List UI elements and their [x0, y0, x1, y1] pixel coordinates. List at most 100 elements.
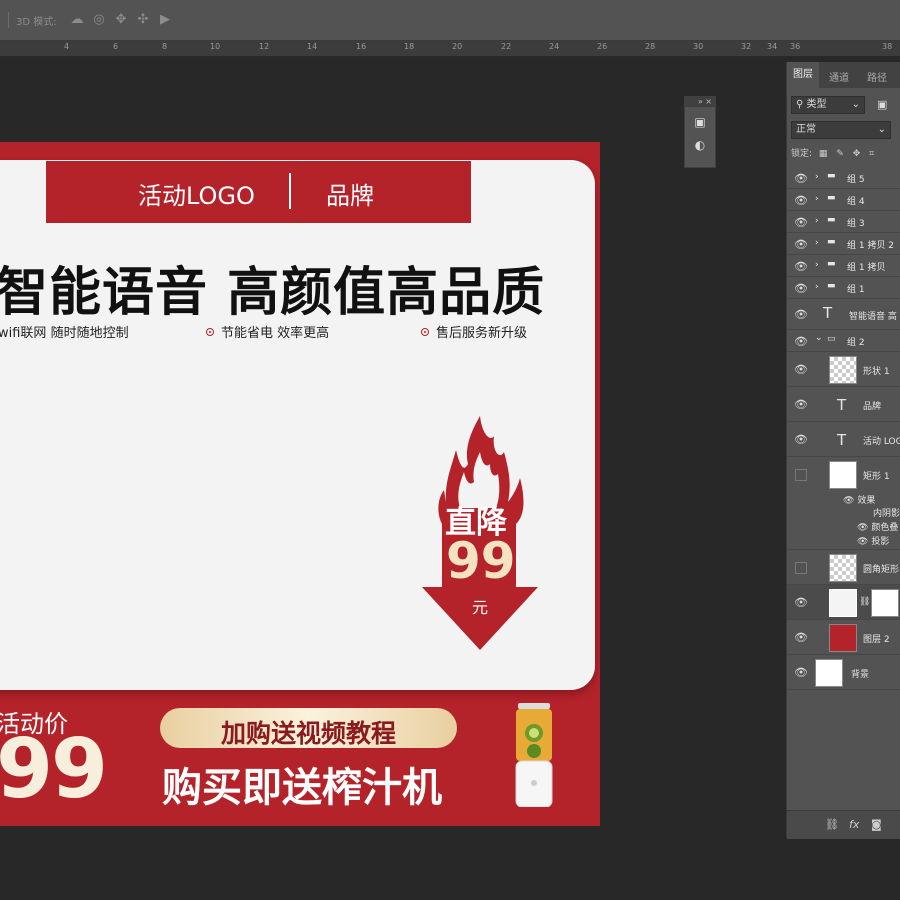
ruler-right-segment: 36 38 [786, 41, 900, 56]
text-layer-icon: T [823, 304, 833, 322]
mask-thumbnail [871, 589, 899, 617]
visibility-toggle-off[interactable] [795, 562, 807, 574]
ruler-tick: 30 [693, 42, 704, 51]
folder-icon: ▬ [827, 281, 836, 291]
effect-drop-shadow[interactable]: 👁 投影 [857, 534, 889, 547]
lock-row: 锁定: ▦ ✎ ✥ ⌗ [791, 146, 874, 159]
lock-artboard-icon[interactable]: ⌗ [869, 149, 874, 159]
layer-row[interactable]: 👁 ⛓ [787, 585, 900, 620]
layer-thumbnail [829, 461, 857, 489]
tab-layers[interactable]: 图层 [787, 62, 819, 88]
expand-arrow-icon[interactable]: › [815, 172, 819, 182]
layer-row[interactable]: 👁 背景 [787, 655, 900, 690]
visibility-eye-icon[interactable]: 👁 [794, 666, 808, 679]
layer-name: 背景 [851, 670, 870, 680]
visibility-eye-icon[interactable]: 👁 [794, 363, 808, 376]
roll-3d-icon[interactable]: ◎ [90, 11, 108, 29]
collapse-arrow-icon[interactable]: ⌄ [815, 333, 823, 343]
3d-mode-label: 3D 模式: [16, 17, 57, 28]
lock-transparent-icon[interactable]: ▦ [819, 149, 828, 159]
3d-materials-icon[interactable]: ▣ [692, 114, 708, 130]
layer-row[interactable]: 👁 T 活动 LOG [787, 422, 900, 457]
layer-row[interactable]: 👁 › ▬ 组 1 [787, 277, 900, 299]
layer-row[interactable]: 👁 ⌄ ▭ 组 2 [787, 330, 900, 352]
slide-3d-icon[interactable]: ✣ [134, 11, 152, 29]
layer-row[interactable]: 👁 T 品牌 [787, 387, 900, 422]
link-icon[interactable]: ⛓ [825, 818, 839, 831]
visibility-eye-icon[interactable]: 👁 [794, 260, 808, 273]
orbit-3d-icon[interactable]: ☁ [68, 11, 86, 29]
layer-row[interactable]: 👁 图层 2 [787, 620, 900, 655]
visibility-eye-icon[interactable]: 👁 [857, 523, 868, 533]
visibility-eye-icon[interactable]: 👁 [794, 238, 808, 251]
text-layer-icon: T [837, 431, 847, 449]
visibility-eye-icon[interactable]: 👁 [857, 537, 868, 547]
bullet-icon [421, 328, 429, 336]
blend-mode-value: 正常 [796, 124, 816, 135]
visibility-eye-icon[interactable]: 👁 [794, 308, 808, 321]
collapse-icon[interactable]: » [698, 97, 703, 106]
visibility-eye-icon[interactable]: 👁 [794, 216, 808, 229]
tab-paths[interactable]: 路径 [867, 69, 887, 84]
pan-3d-icon[interactable]: ✥ [112, 11, 130, 29]
layer-filter-select[interactable]: ⚲ 类型 ⌄ [791, 96, 865, 114]
visibility-eye-icon[interactable]: 👁 [794, 398, 808, 411]
image-filter-icon[interactable]: ▣ [877, 98, 887, 111]
expand-arrow-icon[interactable]: › [815, 282, 819, 292]
blend-mode-select[interactable]: 正常 ⌄ [791, 121, 891, 139]
layer-row[interactable]: 👁 形状 1 [787, 352, 900, 387]
logo-tab: 活动LOGO 品牌 [46, 161, 471, 223]
layer-row[interactable]: 👁 › ▬ 组 4 [787, 189, 900, 211]
logo-text: 活动LOGO [138, 182, 255, 210]
ruler-tick: 4 [64, 42, 70, 51]
feature-item-2: 节能省电 效率更高 [206, 322, 329, 341]
layer-row[interactable]: 圆角矩形 [787, 550, 900, 585]
visibility-eye-icon[interactable]: 👁 [794, 282, 808, 295]
layer-row[interactable]: 矩形 1 👁 效果 内阴影 👁 颜色叠 👁 投影 [787, 457, 900, 550]
filter-label: 类型 [806, 99, 827, 110]
visibility-eye-icon[interactable]: 👁 [794, 433, 808, 446]
adjustment-icon[interactable]: ◐ [692, 137, 708, 153]
ruler-tick: 8 [162, 42, 168, 51]
scale-3d-icon[interactable]: ▶ [156, 11, 174, 29]
layer-row[interactable]: 👁 › ▬ 组 1 拷贝 [787, 255, 900, 277]
ruler-tick: 14 [307, 42, 318, 51]
visibility-eye-icon[interactable]: 👁 [843, 496, 854, 506]
layer-row[interactable]: 👁 › ▬ 组 1 拷贝 2 [787, 233, 900, 255]
effect-name: 颜色叠 [871, 523, 899, 533]
folder-icon: ▬ [827, 215, 836, 225]
visibility-eye-icon[interactable]: 👁 [794, 194, 808, 207]
horizontal-ruler[interactable]: 4 6 8 10 12 14 16 18 20 22 24 26 28 30 3… [0, 41, 786, 57]
visibility-eye-icon[interactable]: 👁 [794, 596, 808, 609]
expand-arrow-icon[interactable]: › [815, 238, 819, 248]
visibility-eye-icon[interactable]: 👁 [794, 631, 808, 644]
layer-row[interactable]: 👁 T 智能语音 高 [787, 299, 900, 330]
expand-arrow-icon[interactable]: › [815, 216, 819, 226]
close-icon[interactable]: × [705, 97, 712, 106]
feature-text: wifi联网 随时随地控制 [0, 326, 129, 341]
layer-row[interactable]: 👁 › ▬ 组 3 [787, 211, 900, 233]
effect-name: 投影 [871, 537, 890, 547]
visibility-eye-icon[interactable]: 👁 [794, 335, 808, 348]
layer-thumbnail [829, 554, 857, 582]
mask-icon[interactable]: ◙ [871, 818, 882, 831]
tab-channels[interactable]: 通道 [829, 69, 849, 84]
effect-color-overlay[interactable]: 👁 颜色叠 [857, 520, 898, 533]
ruler-tick: 24 [549, 42, 560, 51]
lock-position-icon[interactable]: ✥ [853, 149, 861, 159]
effect-inner-shadow[interactable]: 内阴影 [873, 506, 900, 519]
gift-text: 购买即送榨汁机 [162, 765, 442, 811]
badge-amount: 99 [446, 532, 516, 590]
fx-icon[interactable]: fx [849, 818, 859, 831]
chevron-down-icon: ⌄ [877, 124, 886, 135]
visibility-toggle-off[interactable] [795, 469, 807, 481]
document-canvas[interactable]: 活动LOGO 品牌 智能语音 高颜值高品质 wifi联网 随时随地控制 节能省电… [0, 142, 600, 826]
expand-arrow-icon[interactable]: › [815, 260, 819, 270]
options-separator [8, 12, 9, 28]
visibility-eye-icon[interactable]: 👁 [794, 172, 808, 185]
effects-row[interactable]: 👁 效果 [843, 493, 875, 506]
folder-icon: ▬ [827, 171, 836, 181]
layer-row[interactable]: 👁 › ▬ 组 5 [787, 167, 900, 189]
lock-image-icon[interactable]: ✎ [836, 149, 844, 159]
expand-arrow-icon[interactable]: › [815, 194, 819, 204]
